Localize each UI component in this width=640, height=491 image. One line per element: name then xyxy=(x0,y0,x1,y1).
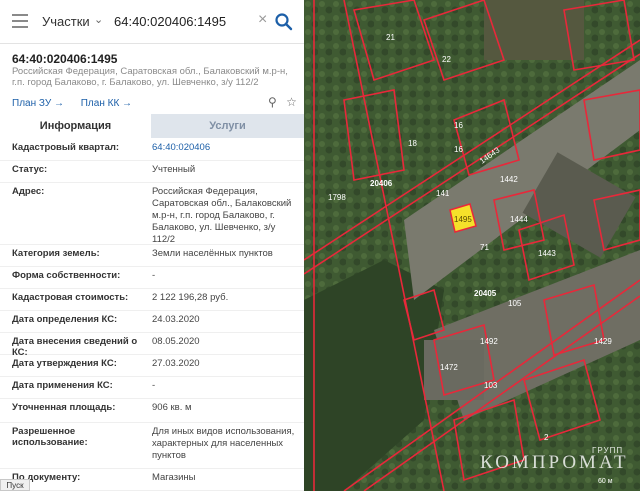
row-label: Форма собственности: xyxy=(12,270,121,281)
map-label: 16 xyxy=(454,145,463,154)
table-row: Дата внесения сведений о КС: 08.05.2020 xyxy=(0,332,304,358)
tab-information[interactable]: Информация xyxy=(0,114,151,138)
object-address: Российская Федерация, Саратовская обл., … xyxy=(12,66,288,88)
map-label: 2 xyxy=(544,433,549,442)
map-label: 1472 xyxy=(440,363,458,372)
table-row: Уточненная площадь: 906 кв. м xyxy=(0,398,304,423)
table-row: Дата определения КС: 24.03.2020 xyxy=(0,310,304,333)
map-label: 21 xyxy=(386,33,395,42)
map-label: 1442 xyxy=(500,175,518,184)
search-icon[interactable] xyxy=(274,12,294,32)
tabs: Информация Услуги xyxy=(0,114,304,138)
row-label: Кадастровый квартал: xyxy=(12,142,120,153)
table-row: Дата утверждения КС: 27.03.2020 xyxy=(0,354,304,377)
row-label: Разрешенное использование: xyxy=(12,426,88,448)
row-value: Земли населённых пунктов xyxy=(152,248,273,259)
plan-links: План ЗУ → План КК → xyxy=(12,98,146,109)
map-label: 1492 xyxy=(480,337,498,346)
row-value: 08.05.2020 xyxy=(152,336,200,347)
tab-services[interactable]: Услуги xyxy=(151,114,304,138)
star-icon[interactable]: ☆ xyxy=(286,95,297,109)
map-label: 22 xyxy=(442,55,451,64)
menu-icon[interactable] xyxy=(12,14,28,28)
row-label: Дата утверждения КС: xyxy=(12,358,117,369)
table-row: Разрешенное использование: Для иных видо… xyxy=(0,422,304,469)
map-label: 1429 xyxy=(594,337,612,346)
row-value: Магазины xyxy=(152,472,196,483)
map-label: 20406 xyxy=(370,179,393,188)
row-label: Статус: xyxy=(12,164,48,175)
watermark: КОМПРОМАТ xyxy=(480,452,629,473)
row-label: Кадастровая стоимость: xyxy=(12,292,129,303)
map-label: 1443 xyxy=(538,249,556,258)
table-row: Категория земель: Земли населённых пункт… xyxy=(0,244,304,267)
row-label: По документу: xyxy=(12,472,81,483)
table-row: Форма собственности: - xyxy=(0,266,304,289)
table-row: Адрес: Российская Федерация, Саратовская… xyxy=(0,182,304,245)
map-label: 16 xyxy=(454,121,463,130)
map-label: 18 xyxy=(408,139,417,148)
info-panel: Участки ⌄ 64:40:020406:1495 × 64:40:0204… xyxy=(0,0,304,491)
row-value: 27.03.2020 xyxy=(152,358,200,369)
row-value: Для иных видов использования, характерны… xyxy=(152,426,295,461)
row-value: 2 122 196,28 руб. xyxy=(152,292,229,303)
table-row: Статус: Учтенный xyxy=(0,160,304,183)
clear-icon[interactable]: × xyxy=(258,11,267,29)
row-value: 24.03.2020 xyxy=(152,314,200,325)
start-button[interactable]: Пуск xyxy=(0,479,30,491)
row-label: Уточненная площадь: xyxy=(12,402,116,413)
map-label: 1495 xyxy=(454,215,472,224)
search-input[interactable]: 64:40:020406:1495 xyxy=(114,14,226,29)
map-label: 103 xyxy=(484,381,498,390)
row-value: 906 кв. м xyxy=(152,402,192,413)
row-value: - xyxy=(152,270,156,281)
map-label: 1444 xyxy=(510,215,528,224)
plan-kk-link[interactable]: План КК → xyxy=(81,98,132,109)
cadastral-quarter-link[interactable]: 64:40:020406 xyxy=(152,142,300,154)
map-label: 1798 xyxy=(328,193,346,202)
row-value: Учтенный xyxy=(152,164,196,175)
map-label: 20405 xyxy=(474,289,497,298)
row-label: Адрес: xyxy=(12,186,45,197)
map-label: 141 xyxy=(436,189,450,198)
chevron-down-icon[interactable]: ⌄ xyxy=(94,13,103,26)
map-label: 71 xyxy=(480,243,489,252)
row-value: Российская Федерация, Саратовская обл., … xyxy=(152,186,292,245)
object-title: 64:40:020406:1495 xyxy=(12,52,118,66)
satellite-map[interactable]: 21 22 16 18 16 14643 1442 1798 141 1495 … xyxy=(304,0,640,491)
search-bar: Участки ⌄ 64:40:020406:1495 × xyxy=(0,0,304,44)
map-label: 105 xyxy=(508,299,522,308)
row-label: Дата применения КС: xyxy=(12,380,113,391)
table-row: Дата применения КС: - xyxy=(0,376,304,399)
plan-zu-link[interactable]: План ЗУ → xyxy=(12,98,64,109)
map-canvas: 21 22 16 18 16 14643 1442 1798 141 1495 … xyxy=(304,0,640,491)
row-label: Категория земель: xyxy=(12,248,100,259)
panel-actions: ⚲ ☆ xyxy=(262,95,297,109)
map-scale: 60 м xyxy=(598,478,613,485)
row-value: - xyxy=(152,380,156,391)
row-label: Дата определения КС: xyxy=(12,314,118,325)
search-zoom-icon[interactable]: ⚲ xyxy=(268,95,277,109)
table-row: Кадастровая стоимость: 2 122 196,28 руб. xyxy=(0,288,304,311)
table-row: По документу: Магазины xyxy=(0,468,304,491)
object-type-select[interactable]: Участки xyxy=(42,14,90,29)
table-row: Кадастровый квартал: 64:40:020406 xyxy=(0,138,304,161)
